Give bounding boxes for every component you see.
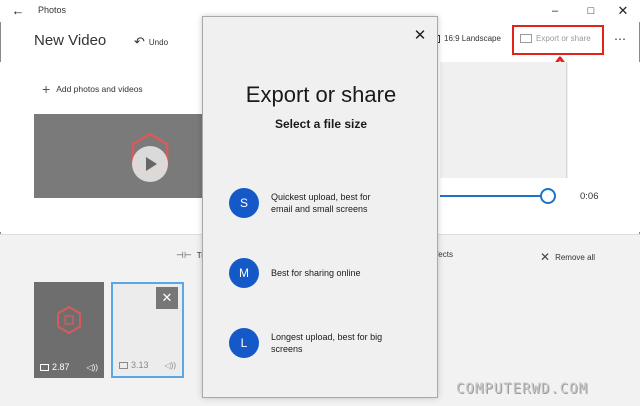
video-duration: 0:06 — [580, 191, 599, 202]
play-icon[interactable] — [132, 146, 168, 182]
size-description-line: Quickest upload, best for — [271, 192, 371, 202]
trim-button[interactable]: ⊣⊢ Tr — [176, 250, 204, 261]
add-photos-button[interactable]: + Add photos and videos — [42, 81, 143, 97]
trim-icon: ⊣⊢ — [176, 250, 192, 260]
clip-duration: 2.87 — [40, 362, 70, 372]
video-preview — [440, 62, 568, 178]
size-description: Quickest upload, best for email and smal… — [271, 191, 371, 215]
undo-label: Undo — [148, 37, 169, 47]
storyboard-clip[interactable]: 2.87 ◁)) — [34, 282, 104, 378]
file-size-option-large[interactable]: L Longest upload, best for big screens — [229, 328, 429, 358]
file-size-option-medium[interactable]: M Best for sharing online — [229, 258, 429, 288]
plus-icon: + — [42, 81, 51, 97]
size-description: Longest upload, best for big screens — [271, 331, 382, 355]
back-arrow-icon[interactable]: ← — [10, 3, 26, 19]
more-options-icon[interactable]: ⋯ — [614, 32, 627, 46]
site-watermark: COMPUTERWD.COM — [456, 381, 589, 397]
size-badge: L — [229, 328, 259, 358]
dialog-subtitle: Select a file size — [274, 117, 368, 131]
clip-duration: 3.13 — [119, 360, 149, 370]
volume-icon[interactable]: ◁)) — [87, 363, 98, 372]
aspect-ratio-label: 16:9 Landscape — [444, 34, 501, 43]
remove-all-button[interactable]: ✕ Remove all — [540, 250, 595, 264]
remove-clip-icon[interactable]: ✕ — [156, 287, 178, 309]
size-badge: M — [229, 258, 259, 288]
clip-type-icon — [40, 363, 49, 371]
size-description-line: Best for sharing online — [271, 268, 361, 278]
pane-divider — [566, 62, 567, 178]
storyboard-clip-selected[interactable]: ✕ 3.13 ◁)) — [111, 282, 184, 378]
library-video-thumbnail[interactable] — [34, 114, 204, 198]
dialog-close-icon[interactable]: ✕ — [411, 27, 429, 45]
aspect-ratio-button[interactable]: 16:9 Landscape — [430, 34, 501, 43]
clip-duration-text: 3.13 — [131, 360, 149, 370]
clip-duration-text: 2.87 — [52, 362, 70, 372]
undo-button[interactable]: ↶ Undo — [134, 34, 168, 50]
volume-icon[interactable]: ◁)) — [165, 361, 176, 370]
app-title: Photos — [38, 5, 67, 15]
close-icon: ✕ — [540, 250, 551, 264]
size-description-line: Longest upload, best for big — [271, 332, 383, 342]
export-highlight-box — [512, 25, 604, 55]
dialog-title: Export or share — [245, 82, 397, 107]
clip-type-icon — [119, 361, 128, 369]
remove-all-label: Remove all — [555, 252, 596, 262]
project-title[interactable]: New Video — [34, 32, 106, 49]
size-description-line: email and small screens — [271, 204, 368, 214]
undo-icon: ↶ — [134, 34, 145, 49]
size-badge: S — [229, 188, 259, 218]
seek-bar-thumb[interactable] — [540, 188, 556, 204]
seek-bar-track[interactable] — [440, 195, 546, 197]
size-description: Best for sharing online — [271, 267, 361, 279]
video-placeholder-icon — [57, 306, 81, 334]
file-size-option-small[interactable]: S Quickest upload, best for email and sm… — [229, 188, 429, 218]
export-dialog: ✕ Export or share Select a file size S Q… — [202, 16, 438, 398]
size-description-line: screens — [271, 344, 303, 354]
maximize-button[interactable]: □ — [582, 2, 600, 20]
minimize-button[interactable]: – — [546, 2, 564, 20]
close-window-button[interactable]: ✕ — [614, 2, 632, 20]
add-photos-label: Add photos and videos — [56, 84, 143, 94]
